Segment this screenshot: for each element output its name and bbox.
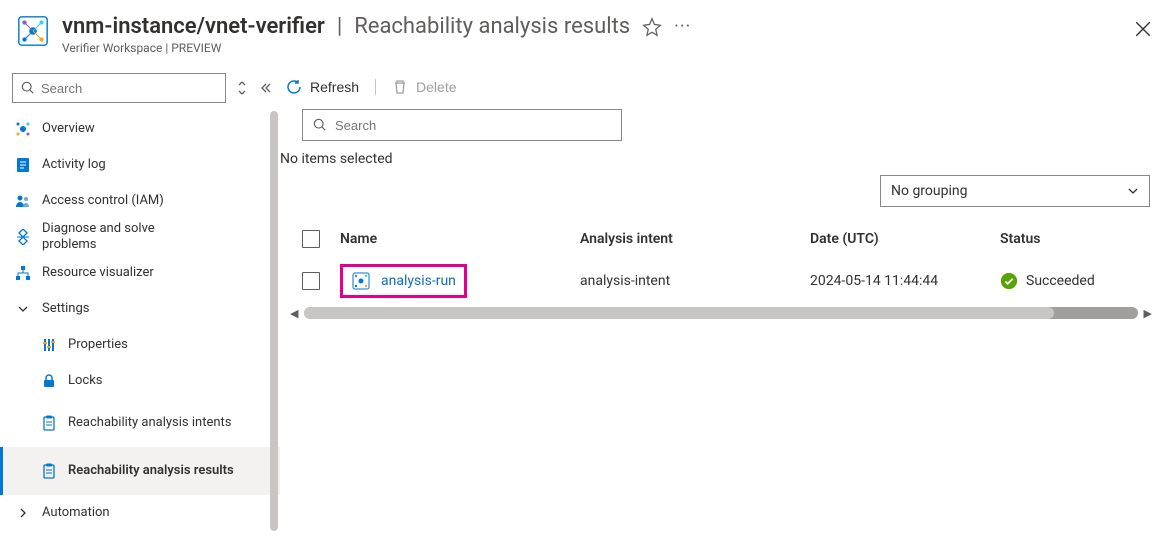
- clipboard-icon: [40, 463, 58, 479]
- breadcrumb: vnm-instance/vnet-verifier | Reachabilit…: [62, 14, 1156, 39]
- refresh-button[interactable]: Refresh: [286, 79, 359, 95]
- chevron-down-icon: [14, 303, 32, 315]
- selection-status: No items selected: [280, 151, 1162, 167]
- delete-button: Delete: [392, 79, 456, 95]
- analysis-run-link[interactable]: analysis-run: [381, 273, 456, 289]
- toolbar: Refresh Delete: [280, 75, 1162, 109]
- nav-overview[interactable]: Overview: [0, 111, 280, 147]
- results-table: Name Analysis intent Date (UTC) Status: [280, 219, 1162, 321]
- select-all-checkbox[interactable]: [302, 230, 320, 248]
- access-control-icon: [14, 193, 32, 209]
- col-status[interactable]: Status: [1000, 231, 1140, 247]
- resource-visualizer-icon: [14, 265, 32, 281]
- sidebar-search-input[interactable]: [12, 73, 226, 103]
- chevron-down-icon: [1127, 185, 1139, 197]
- col-analysis-intent[interactable]: Analysis intent: [580, 231, 810, 247]
- analysis-run-icon: [351, 271, 371, 291]
- close-icon[interactable]: [1134, 20, 1152, 38]
- nav-diagnose[interactable]: Diagnose and solve problems: [0, 219, 280, 255]
- sidebar-nav: Overview Activity log Access control (IA…: [0, 111, 280, 542]
- nav-activity-log[interactable]: Activity log: [0, 147, 280, 183]
- search-icon: [21, 81, 35, 95]
- sidebar-scrollbar[interactable]: [270, 111, 278, 542]
- resource-icon: [16, 14, 50, 48]
- search-icon: [313, 118, 327, 132]
- cell-status: Succeeded: [1026, 273, 1095, 289]
- favorite-star-icon[interactable]: [642, 17, 662, 37]
- highlighted-result: analysis-run: [340, 264, 467, 298]
- breadcrumb-resource: vnm-instance/vnet-verifier: [62, 14, 325, 39]
- page-title: Reachability analysis results: [354, 14, 630, 39]
- cell-date: 2024-05-14 11:44:44: [810, 273, 1000, 289]
- nav-reachability-results[interactable]: Reachability analysis results: [0, 447, 280, 495]
- success-icon: [1000, 272, 1018, 290]
- activity-log-icon: [14, 157, 32, 173]
- results-search-input[interactable]: [302, 109, 622, 141]
- grouping-dropdown[interactable]: No grouping: [880, 175, 1150, 207]
- nav-properties[interactable]: Properties: [0, 327, 280, 363]
- scroll-right-icon[interactable]: ▶: [1144, 307, 1152, 320]
- col-date-utc[interactable]: Date (UTC): [810, 231, 1000, 247]
- refresh-icon: [286, 79, 302, 95]
- table-horizontal-scrollbar[interactable]: ◀ ▶: [290, 305, 1152, 321]
- nav-access-control[interactable]: Access control (IAM): [0, 183, 280, 219]
- trash-icon: [392, 79, 408, 95]
- nav-reachability-intents[interactable]: Reachability analysis intents: [0, 399, 280, 447]
- cell-intent: analysis-intent: [580, 273, 810, 289]
- expand-collapse-all-icon[interactable]: [236, 80, 248, 96]
- col-name[interactable]: Name: [340, 231, 580, 247]
- table-row[interactable]: analysis-run analysis-intent 2024-05-14 …: [292, 259, 1154, 303]
- page-subtitle: Verifier Workspace | PREVIEW: [62, 41, 1156, 55]
- nav-settings-group[interactable]: Settings: [0, 291, 280, 327]
- properties-icon: [40, 337, 58, 353]
- diagnose-icon: [14, 229, 32, 245]
- nav-automation-group[interactable]: Automation: [0, 495, 280, 531]
- clipboard-icon: [40, 415, 58, 431]
- nav-resource-visualizer[interactable]: Resource visualizer: [0, 255, 280, 291]
- page-header: vnm-instance/vnet-verifier | Reachabilit…: [0, 0, 1172, 63]
- scroll-left-icon[interactable]: ◀: [290, 307, 298, 320]
- chevron-right-icon: [14, 507, 32, 519]
- overview-icon: [14, 121, 32, 137]
- row-checkbox[interactable]: [302, 272, 320, 290]
- nav-locks[interactable]: Locks: [0, 363, 280, 399]
- collapse-sidebar-icon[interactable]: [258, 81, 272, 95]
- more-actions-icon[interactable]: ···: [674, 16, 691, 37]
- lock-icon: [40, 373, 58, 389]
